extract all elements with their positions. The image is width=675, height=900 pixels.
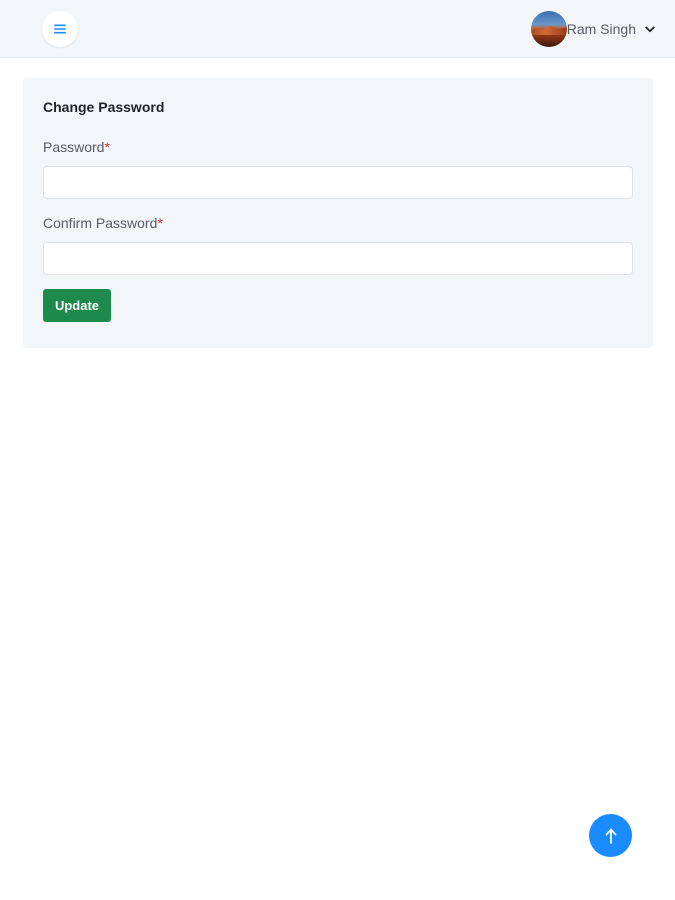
password-label: Password* [43,139,110,155]
password-input[interactable] [43,166,633,199]
user-avatar [530,11,567,47]
change-password-card: Change Password Password* Confirm Passwo… [23,78,653,348]
sidebar-toggle-button[interactable] [42,11,78,47]
user-name: Ram Singh [566,21,636,37]
confirm-password-input[interactable] [43,242,633,275]
update-button[interactable]: Update [43,289,111,322]
hamburger-menu-icon [54,24,66,34]
confirm-password-label: Confirm Password* [43,215,163,231]
required-asterisk: * [157,215,163,231]
arrow-up-icon [605,828,616,844]
top-navbar: Ram Singh [0,0,675,58]
required-asterisk: * [104,139,110,155]
chevron-down-icon [645,25,655,33]
card-title: Change Password [43,99,165,115]
user-menu-dropdown[interactable]: Ram Singh [530,11,655,47]
scroll-to-top-button[interactable] [589,814,632,857]
